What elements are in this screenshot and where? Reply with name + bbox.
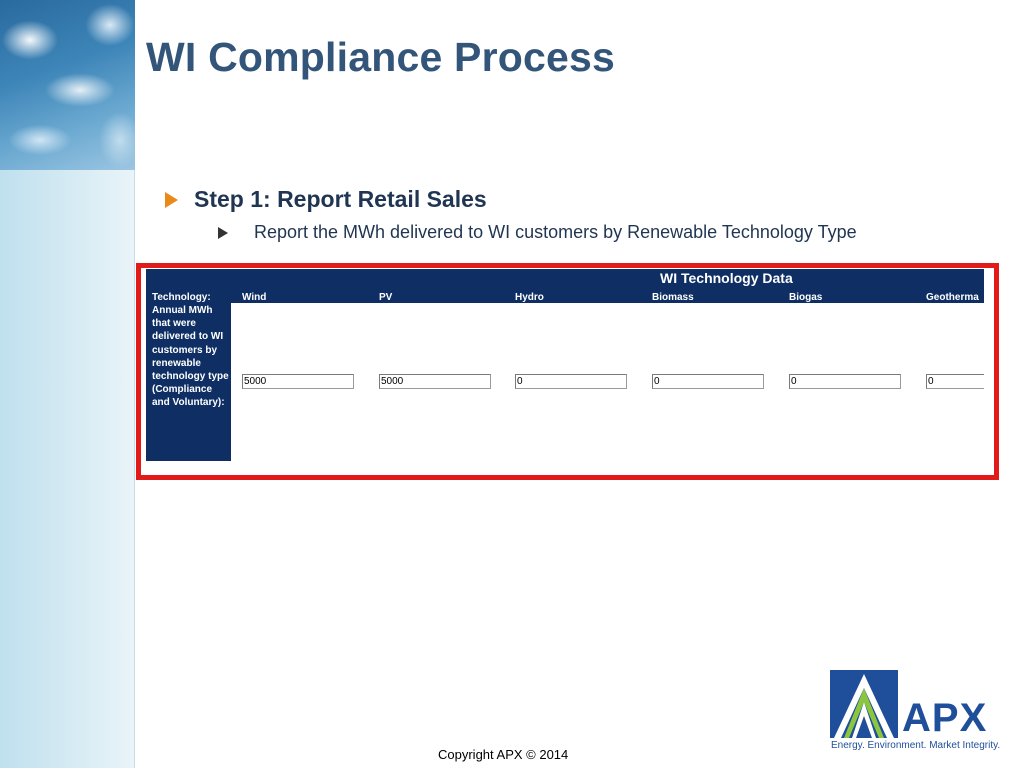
column-label-biogas: Biogas [789,292,823,303]
column-label-hydro: Hydro [515,292,544,303]
black-arrow-bullet-icon [218,226,228,239]
wi-technology-data-panel: WI Technology Data Technology: Wind PV H… [146,269,984,462]
column-label-wind: Wind [242,292,267,303]
hydro-mwh-input[interactable] [515,374,627,389]
wind-mwh-input[interactable] [242,374,354,389]
row-label-annual-mwh: Annual MWh that were delivered to WI cus… [152,305,229,409]
column-label-pv: PV [379,292,393,303]
technology-header-label: Technology: [152,292,211,303]
column-label-geothermal: Geotherma [926,292,979,303]
copyright-footer: Copyright APX © 2014 [438,747,569,762]
bullet-subpoint: Report the MWh delivered to WI customers… [218,222,857,243]
panel-title: WI Technology Data [660,270,793,286]
apx-logo-text: APX [902,696,988,740]
sky-clouds-image [0,0,135,170]
bullet-step1: Step 1: Report Retail Sales [165,186,487,213]
biomass-mwh-input[interactable] [652,374,764,389]
apx-tagline: Energy. Environment. Market Integrity. [831,740,1001,751]
bullet-step1-text: Step 1: Report Retail Sales [194,186,487,212]
orange-arrow-bullet-icon [165,191,178,208]
column-label-biomass: Biomass [652,292,694,303]
geothermal-mwh-input[interactable] [926,374,984,389]
bullet-subpoint-text: Report the MWh delivered to WI customers… [254,222,857,242]
slide-title: WI Compliance Process [146,34,616,80]
panel-header [146,269,984,303]
biogas-mwh-input[interactable] [789,374,901,389]
pv-mwh-input[interactable] [379,374,491,389]
